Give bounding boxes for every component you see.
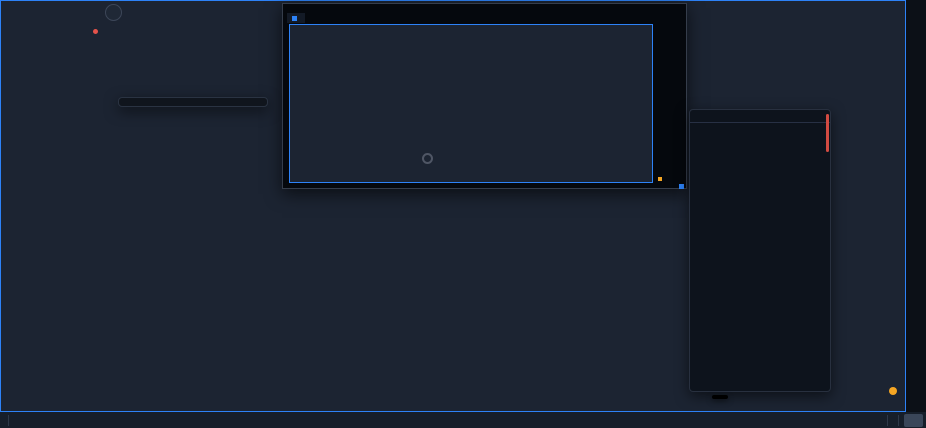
- app-root: [0, 0, 926, 428]
- side-tab-strip: [906, 0, 926, 412]
- notification-dot: [889, 387, 897, 395]
- mini-toolbar: [289, 184, 653, 189]
- mini-chart-canvas: [290, 25, 652, 182]
- publish-button[interactable]: [904, 414, 923, 427]
- scrollbar-thumb[interactable]: [826, 114, 829, 152]
- search-saved-charts[interactable]: [690, 127, 830, 147]
- popup-chart-tab[interactable]: [287, 13, 305, 23]
- tab-icon: [292, 16, 297, 21]
- menu-divider: [690, 122, 830, 123]
- symbol-overlay: [105, 3, 176, 57]
- share-preview-popup: [282, 3, 687, 189]
- mini-chart: [289, 24, 653, 183]
- alert-dot: [93, 29, 98, 34]
- symbol-search-button[interactable]: [105, 4, 122, 21]
- mini-notification-dot: [658, 177, 662, 181]
- timeframe-bar: [1, 398, 905, 411]
- chart-context-menu: [118, 97, 268, 107]
- save-tooltip: [712, 395, 728, 399]
- chart-widget: [0, 0, 906, 412]
- bottom-toolbar: [0, 412, 926, 428]
- layout-menu: [689, 109, 831, 392]
- gocharting-watermark: [422, 153, 436, 164]
- left-price-axis[interactable]: [1, 1, 41, 398]
- mini-corner-mark: [679, 184, 684, 189]
- right-price-axis[interactable]: [885, 1, 905, 398]
